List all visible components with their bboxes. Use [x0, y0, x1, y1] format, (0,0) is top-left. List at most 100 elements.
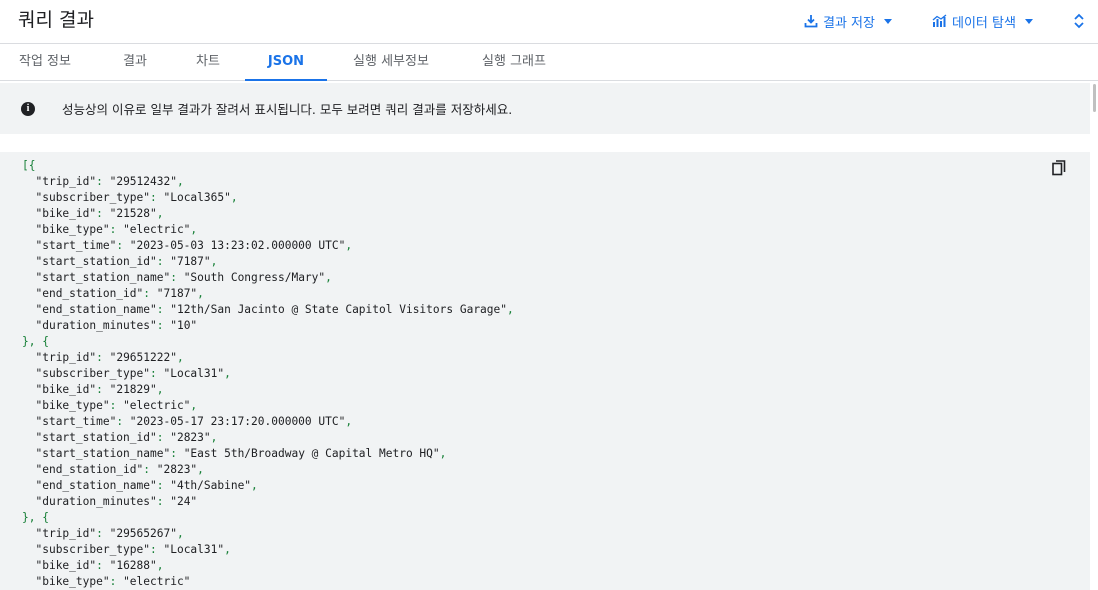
json-value: "electric": [123, 575, 191, 588]
save-results-button[interactable]: 결과 저장: [804, 10, 892, 32]
json-key: "end_station_name": [35, 303, 157, 316]
json-key: "duration_minutes": [35, 495, 157, 508]
json-field: "subscriber_type": "Local31",: [35, 367, 231, 380]
json-field: "start_station_id": "2823",: [35, 431, 218, 444]
tab-execution-details[interactable]: 실행 세부정보: [335, 45, 447, 81]
json-key: "subscriber_type": [35, 367, 150, 380]
json-value: "24": [170, 495, 198, 508]
json-viewer: [{ "trip_id": "29512432", "subscriber_ty…: [0, 152, 1090, 590]
json-value: "29565267": [109, 527, 177, 540]
json-value: "21829": [109, 383, 157, 396]
chevron-down-icon: [883, 18, 892, 24]
json-field: "bike_id": "21528",: [35, 207, 164, 220]
json-value: "2823": [156, 463, 198, 476]
json-key: "start_station_id": [35, 431, 157, 444]
truncation-notice: i 성능상의 이유로 일부 결과가 잘려서 표시됩니다. 모두 보려면 쿼리 결…: [0, 83, 1090, 134]
json-key: "end_station_name": [35, 479, 157, 492]
save-results-label: 결과 저장: [823, 15, 875, 31]
json-field: "subscriber_type": "Local365",: [35, 191, 238, 204]
json-record-open: [{: [22, 159, 36, 172]
page-title: 쿼리 결과: [18, 9, 94, 31]
json-key: "bike_type": [35, 575, 110, 588]
json-key: "bike_id": [35, 207, 97, 220]
json-value: "29512432": [109, 175, 177, 188]
json-value: "2823": [170, 431, 211, 444]
json-field: "start_time": "2023-05-17 23:17:20.00000…: [35, 415, 353, 428]
json-value: "East 5th/Broadway @ Capital Metro HQ": [183, 447, 440, 460]
tab-chart[interactable]: 차트: [173, 45, 243, 81]
json-value: "Local31": [163, 367, 225, 380]
expand-collapse-button[interactable]: [1073, 10, 1085, 32]
json-field: "trip_id": "29512432",: [35, 175, 184, 188]
tab-json[interactable]: JSON: [245, 45, 327, 81]
explore-data-label: 데이터 탐색: [952, 15, 1016, 31]
json-value: "Local31": [163, 543, 225, 556]
json-field: "trip_id": "29565267",: [35, 527, 184, 540]
json-field: "bike_id": "21829",: [35, 383, 164, 396]
json-field: "bike_type": "electric": [35, 575, 191, 588]
json-key: "subscriber_type": [35, 191, 150, 204]
json-content: [{ "trip_id": "29512432", "subscriber_ty…: [22, 158, 514, 590]
json-value: "electric": [123, 223, 191, 236]
json-key: "bike_id": [35, 383, 97, 396]
json-value: "12th/San Jacinto @ State Capitol Visito…: [170, 303, 507, 316]
json-value: "21528": [109, 207, 157, 220]
json-field: "start_station_name": "East 5th/Broadway…: [35, 447, 447, 460]
result-tabs: 작업 정보 결과 차트 JSON 실행 세부정보 실행 그래프: [0, 45, 1098, 81]
json-key: "bike_id": [35, 559, 97, 572]
json-field: "bike_type": "electric",: [35, 399, 198, 412]
copy-icon: [1052, 160, 1066, 180]
json-field: "start_time": "2023-05-03 13:23:02.00000…: [35, 239, 353, 252]
json-field: "duration_minutes": "10": [35, 319, 198, 332]
explore-data-button[interactable]: 데이터 탐색: [932, 10, 1033, 32]
json-value: "electric": [123, 399, 191, 412]
json-value: "South Congress/Mary": [183, 271, 326, 284]
json-key: "end_station_id": [35, 463, 144, 476]
chart-icon: [932, 14, 947, 28]
json-value: "2023-05-03 13:23:02.000000 UTC": [129, 239, 346, 252]
json-field: "start_station_id": "7187",: [35, 255, 218, 268]
json-value: "29651222": [109, 351, 177, 364]
info-icon: i: [21, 102, 35, 116]
json-key: "start_station_name": [35, 447, 171, 460]
json-field: "start_station_name": "South Congress/Ma…: [35, 271, 332, 284]
tab-results[interactable]: 결과: [100, 45, 170, 81]
json-value: "10": [170, 319, 198, 332]
json-record-open: }, {: [22, 511, 49, 524]
expand-collapse-icon: [1073, 12, 1085, 30]
json-key: "subscriber_type": [35, 543, 150, 556]
json-key: "start_time": [35, 239, 117, 252]
json-key: "start_time": [35, 415, 117, 428]
json-field: "duration_minutes": "24": [35, 495, 198, 508]
json-key: "trip_id": [35, 527, 97, 540]
json-key: "end_station_id": [35, 287, 144, 300]
json-key: "bike_type": [35, 223, 110, 236]
json-field: "bike_id": "16288",: [35, 559, 164, 572]
json-field: "subscriber_type": "Local31",: [35, 543, 231, 556]
json-field: "end_station_name": "4th/Sabine",: [35, 479, 258, 492]
copy-json-button[interactable]: [1052, 160, 1068, 176]
json-key: "start_station_name": [35, 271, 171, 284]
json-key: "duration_minutes": [35, 319, 157, 332]
json-field: "trip_id": "29651222",: [35, 351, 184, 364]
json-field: "end_station_id": "7187",: [35, 287, 204, 300]
json-record-open: }, {: [22, 335, 49, 348]
json-value: "2023-05-17 23:17:20.000000 UTC": [129, 415, 346, 428]
download-icon: [804, 14, 818, 28]
json-value: "Local365": [163, 191, 231, 204]
scrollbar-thumb[interactable]: [1093, 84, 1096, 112]
results-header: 쿼리 결과 결과 저장 데이터 탐색: [0, 0, 1098, 44]
json-value: "16288": [109, 559, 157, 572]
json-key: "trip_id": [35, 351, 97, 364]
tab-execution-graph[interactable]: 실행 그래프: [460, 45, 568, 81]
json-key: "bike_type": [35, 399, 110, 412]
json-field: "end_station_id": "2823",: [35, 463, 204, 476]
json-field: "bike_type": "electric",: [35, 223, 198, 236]
tab-job-info[interactable]: 작업 정보: [0, 45, 90, 81]
json-value: "4th/Sabine": [170, 479, 252, 492]
json-value: "7187": [156, 287, 198, 300]
truncation-message: 성능상의 이유로 일부 결과가 잘려서 표시됩니다. 모두 보려면 쿼리 결과를…: [62, 102, 513, 117]
json-field: "end_station_name": "12th/San Jacinto @ …: [35, 303, 514, 316]
json-key: "start_station_id": [35, 255, 157, 268]
chevron-down-icon: [1024, 18, 1033, 24]
